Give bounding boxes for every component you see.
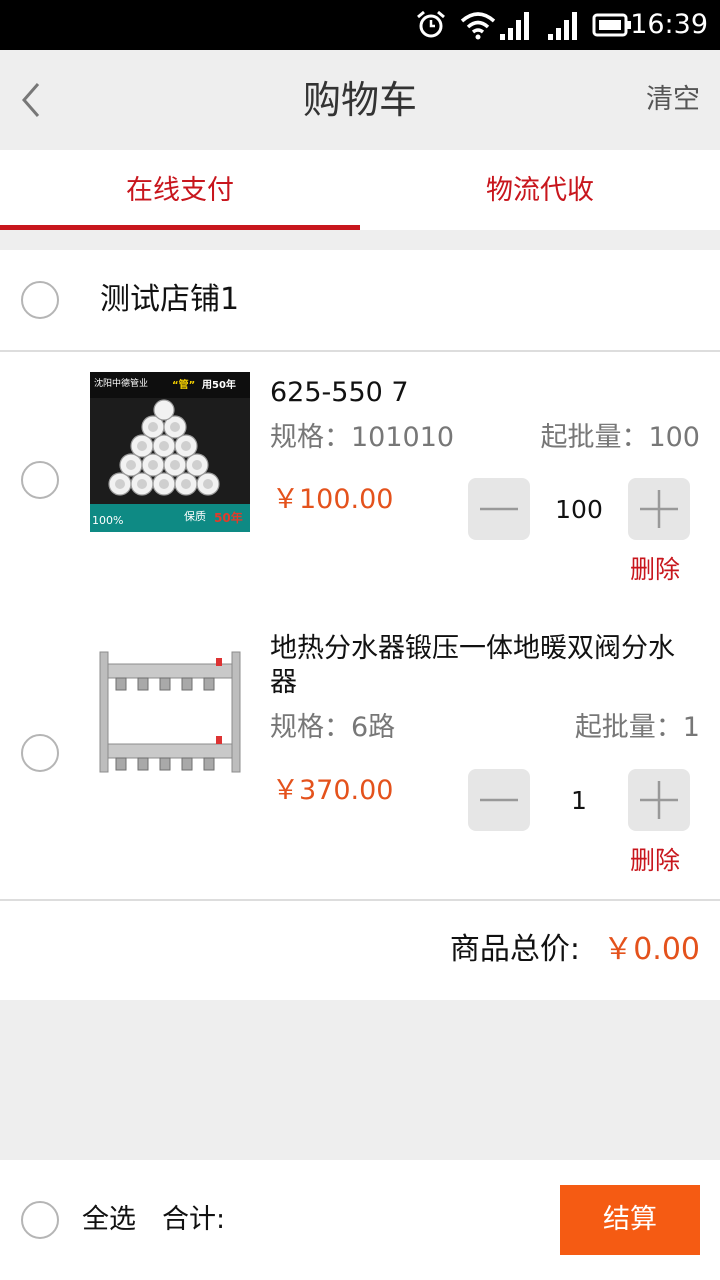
product-image[interactable] — [90, 632, 250, 792]
payment-tabs: 在线支付 物流代收 — [0, 150, 720, 230]
quantity-input[interactable]: 1 — [530, 769, 628, 831]
status-bar: 16:39 — [0, 0, 720, 50]
increase-button[interactable] — [628, 769, 690, 831]
divider — [0, 899, 720, 901]
battery-icon — [592, 13, 631, 37]
cart-item: 地热分水器锻压一体地暖双阀分水器 规格：6路 起批量：1 ￥370.00 1 删… — [0, 610, 720, 900]
item-select-radio[interactable] — [21, 461, 59, 499]
decrease-button[interactable] — [468, 769, 530, 831]
product-min-order: 起批量：100 — [540, 422, 700, 453]
image-quality-text: 保质 — [184, 509, 206, 523]
wifi-icon — [460, 12, 496, 40]
item-select-radio[interactable] — [21, 734, 59, 772]
quantity-input[interactable]: 100 — [530, 478, 628, 540]
quantity-stepper: 1 — [468, 769, 690, 831]
minus-icon — [480, 507, 518, 511]
product-name[interactable]: 地热分水器锻压一体地暖双阀分水器 — [270, 632, 700, 700]
subtotal-value: ￥0.00 — [603, 932, 700, 967]
minus-icon — [480, 798, 518, 802]
status-time: 16:39 — [630, 9, 708, 40]
cart-item: 沈阳中德管业 “管” 用50年 100% 保质 50年 625-550 7 规格… — [0, 350, 720, 610]
shop-card: 测试店铺1 沈阳中德管业 “管” 用50年 100% 保质 50年 625-55… — [0, 250, 720, 1000]
clear-button[interactable]: 清空 — [646, 82, 700, 118]
decrease-button[interactable] — [468, 478, 530, 540]
plus-icon — [640, 490, 678, 528]
checkout-button[interactable]: 结算 — [560, 1185, 700, 1255]
shop-select-radio[interactable] — [21, 281, 59, 319]
product-price: ￥100.00 — [272, 484, 394, 515]
shop-name: 测试店铺1 — [100, 282, 240, 317]
quantity-stepper: 100 — [468, 478, 690, 540]
select-all-label[interactable]: 全选 — [82, 1202, 136, 1238]
total-label: 合计: — [162, 1204, 226, 1235]
delete-button[interactable]: 删除 — [630, 553, 680, 587]
active-tab-indicator — [0, 225, 360, 230]
select-all-radio[interactable] — [21, 1201, 59, 1239]
product-name[interactable]: 625-550 7 — [270, 376, 700, 410]
image-slogan-prefix: “管” — [172, 378, 195, 391]
signal-icon — [548, 12, 577, 40]
image-tagline: 100% — [92, 514, 123, 527]
page-title: 购物车 — [302, 78, 417, 122]
increase-button[interactable] — [628, 478, 690, 540]
image-quality-years: 50年 — [214, 510, 243, 525]
alarm-icon — [417, 10, 445, 38]
subtotal-label: 商品总价: — [449, 932, 580, 967]
nav-bar: 购物车 清空 — [0, 50, 720, 150]
delete-button[interactable]: 删除 — [630, 844, 680, 878]
product-image[interactable]: 沈阳中德管业 “管” 用50年 100% 保质 50年 — [90, 372, 250, 532]
tab-cash-on-delivery[interactable]: 物流代收 — [360, 150, 720, 230]
product-spec: 规格：101010 — [270, 422, 455, 453]
tab-online-payment[interactable]: 在线支付 — [0, 150, 360, 230]
signal-icon — [500, 12, 529, 40]
image-brand-text: 沈阳中德管业 — [94, 377, 148, 389]
plus-icon — [640, 781, 678, 819]
product-price: ￥370.00 — [272, 775, 394, 806]
product-spec: 规格：6路 — [270, 712, 396, 743]
image-slogan-suffix: 用50年 — [201, 378, 236, 391]
checkout-bar: 全选 合计: 结算 — [0, 1160, 720, 1280]
product-min-order: 起批量：1 — [574, 712, 700, 743]
